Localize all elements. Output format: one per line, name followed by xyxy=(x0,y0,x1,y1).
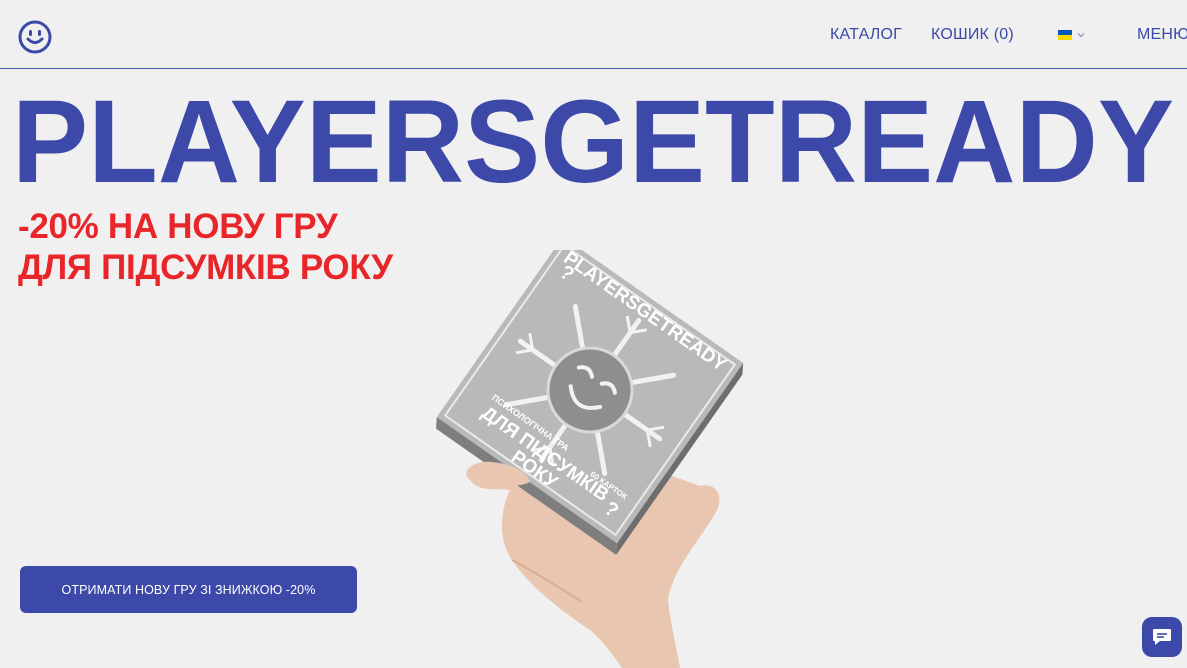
page: КАТАЛОГ КОШИК (0) МЕНЮ PLAYERSGETREADY -… xyxy=(0,0,1187,668)
site-header: КАТАЛОГ КОШИК (0) МЕНЮ xyxy=(0,0,1187,69)
promo-line-2: ДЛЯ ПІДСУМКІВ РОКУ xyxy=(18,248,393,287)
chat-button[interactable] xyxy=(1142,617,1182,657)
chat-bubble-icon xyxy=(1153,629,1171,645)
ukraine-flag-icon xyxy=(1058,30,1072,40)
promo-text: -20% НА НОВУ ГРУ ДЛЯ ПІДСУМКІВ РОКУ xyxy=(18,206,393,288)
get-new-game-button[interactable]: ОТРИМАТИ НОВУ ГРУ ЗІ ЗНИЖКОЮ -20% xyxy=(20,566,357,613)
language-selector[interactable] xyxy=(1058,30,1085,40)
smiley-logo-icon[interactable] xyxy=(18,20,52,54)
nav-menu-link[interactable]: МЕНЮ xyxy=(1137,26,1187,44)
chevron-down-icon xyxy=(1077,33,1085,38)
product-image: ? ? PLAYERSGETREADY ПСИХОЛОГІЧНА ГРА ДЛЯ… xyxy=(435,250,744,668)
hero-title-text: PLAYERSGETREADY xyxy=(12,76,1174,198)
promo-line-1: -20% НА НОВУ ГРУ xyxy=(18,207,338,246)
nav-cart-link[interactable]: КОШИК (0) xyxy=(931,26,1014,44)
nav-catalog-link[interactable]: КАТАЛОГ xyxy=(830,26,902,44)
hero-title: PLAYERSGETREADY xyxy=(12,76,1174,198)
